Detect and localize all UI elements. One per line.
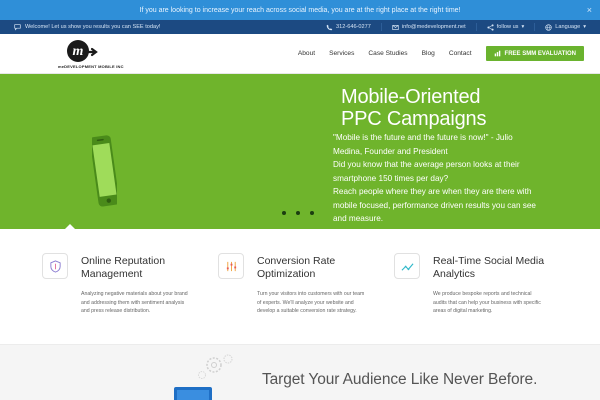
chevron-down-icon: ▾ [583, 24, 586, 30]
globe-icon [545, 23, 552, 31]
welcome-text: Welcome! Let us show you results you can… [25, 24, 161, 30]
feature-title: Real-Time Social Media Analytics [433, 255, 573, 280]
divider [475, 23, 477, 31]
feature-title-line: Management [81, 267, 143, 280]
hero-title: Mobile-Oriented PPC Campaigns [341, 86, 486, 130]
hero-text: Reach people where they are when they ar… [333, 187, 532, 196]
feature-desc-line: Turn your visitors into customers with o… [257, 291, 365, 297]
features-section: Online Reputation Management Analyzing n… [0, 229, 600, 344]
nav-about[interactable]: About [298, 50, 315, 57]
feature-desc-line: Analyzing negative materials about your … [81, 291, 188, 297]
hero-body: "Mobile is the future and the future is … [333, 131, 558, 226]
feature-icon-box [42, 253, 68, 279]
feature-desc-line: audits that can help your business with … [433, 299, 541, 306]
feature-description: Analyzing negative materials about your … [81, 290, 199, 316]
feature-description: Turn your visitors into customers with o… [257, 290, 375, 316]
feature-title-line: Real-Time Social Media [433, 255, 545, 267]
hero-text: and measure. [333, 214, 384, 223]
email-text: info@medevelopment.net [401, 24, 466, 30]
nav-contact[interactable]: Contact [449, 50, 472, 57]
feature-desc-line: develop a suitable conversion rate strat… [257, 308, 357, 315]
primary-nav: About Services Case Studies Blog Contact… [298, 46, 584, 61]
feature-desc-line: We produce bespoke reports and technical [433, 291, 532, 297]
hero-title-line: PPC Campaigns [341, 108, 487, 130]
feature-description: We produce bespoke reports and technical… [433, 290, 551, 316]
free-smm-evaluation-button[interactable]: FREE SMM EVALUATION [485, 46, 584, 61]
hero-text: Did you know that the average person loo… [333, 160, 520, 169]
phone-icon [326, 24, 333, 30]
share-icon [487, 23, 494, 31]
divider [534, 23, 536, 31]
main-navbar: m meDEVELOPMENT MOBILE INC About Service… [0, 34, 600, 74]
svg-text:m: m [73, 44, 84, 59]
chevron-down-icon: ▾ [521, 24, 525, 30]
cta-label: FREE SMM EVALUATION [504, 50, 576, 57]
divider [380, 23, 382, 31]
feature-title: Online Reputation Management [81, 255, 221, 280]
gears-monitor-illustration [174, 354, 233, 400]
email-link[interactable]: info@medevelopment.net [392, 24, 466, 31]
shield-icon [49, 259, 61, 273]
feature-desc-line: of experts. We'll analyze your website a… [257, 299, 354, 306]
nav-blog[interactable]: Blog [422, 50, 435, 57]
feature-icon-box [218, 253, 244, 279]
phone-link[interactable]: 312-646-0277 [326, 24, 371, 31]
feature-title-line: Conversion Rate [257, 255, 336, 267]
target-audience-section: Target Your Audience Like Never Before. [0, 344, 600, 400]
feature-desc-line: areas of digital marketing. [433, 308, 493, 315]
nav-services[interactable]: Services [329, 50, 354, 57]
feature-icon-box [394, 253, 420, 279]
feature-title-line: Online Reputation [81, 255, 166, 267]
nav-case-studies[interactable]: Case Studies [368, 50, 407, 57]
slider-dots [282, 211, 314, 215]
announcement-bar: If you are looking to increase your reac… [0, 0, 600, 20]
feature-desc-line: and press release distribution. [81, 308, 151, 315]
follow-us-label: follow us [496, 24, 519, 30]
feature-title: Conversion Rate Optimization [257, 255, 397, 280]
site-logo[interactable]: m meDEVELOPMENT MOBILE INC [58, 39, 148, 69]
language-label: Language [555, 24, 581, 30]
mail-icon [392, 24, 399, 30]
slider-dot[interactable] [310, 211, 314, 215]
hero-quote: Medina, Founder and President [333, 146, 448, 156]
hero-quote: "Mobile is the future and the future is … [333, 133, 513, 142]
hero-slider: Mobile-Oriented PPC Campaigns "Mobile is… [0, 74, 600, 229]
hero-text: mobile focused, performance driven resul… [333, 200, 536, 210]
sliders-icon [226, 261, 236, 271]
slider-dot[interactable] [282, 211, 286, 215]
phone-text: 312-646-0277 [336, 24, 371, 30]
feature-title-line: Optimization [257, 267, 316, 280]
slider-dot[interactable] [296, 211, 300, 215]
chart-icon [494, 50, 500, 57]
chat-icon [14, 23, 21, 30]
feature-desc-line: and addressing them with sentiment analy… [81, 299, 185, 306]
logo-text: meDEVELOPMENT MOBILE INC [58, 63, 124, 69]
hero-title-line: Mobile-Oriented [341, 86, 481, 108]
trend-chart-icon [401, 262, 413, 271]
announcement-text: If you are looking to increase your reac… [139, 6, 461, 14]
feature-title-line: Analytics [433, 267, 476, 280]
language-dropdown[interactable]: Language ▾ [545, 23, 586, 31]
logo-mark-icon: m [67, 39, 98, 62]
close-icon[interactable]: × [587, 4, 592, 16]
follow-us-dropdown[interactable]: follow us ▾ [487, 23, 525, 31]
target-audience-headline: Target Your Audience Like Never Before. [262, 371, 538, 388]
hero-text: smartphone 150 times per day? [333, 173, 449, 183]
smartphone-illustration [92, 135, 117, 207]
top-info-bar: Welcome! Let us show you results you can… [0, 20, 600, 34]
